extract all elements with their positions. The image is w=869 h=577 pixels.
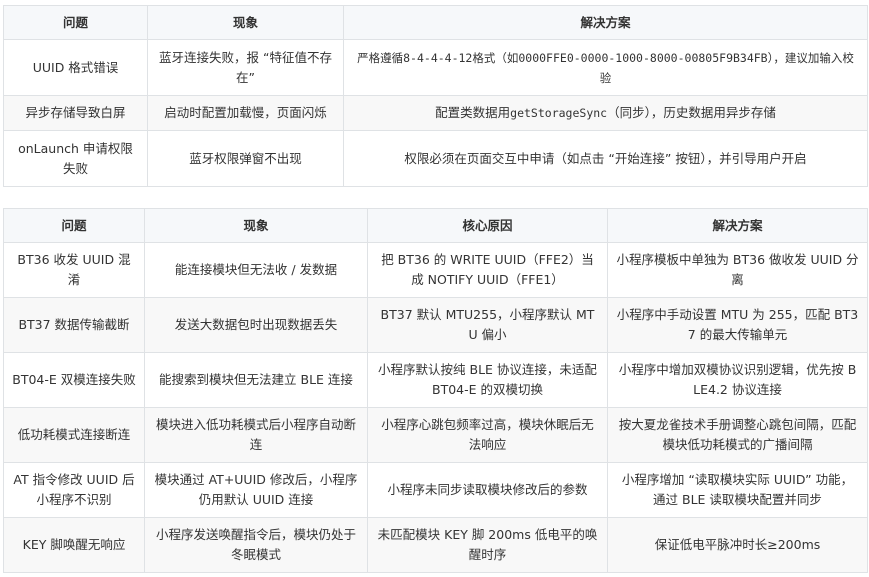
table-header-row: 问题 现象 解决方案 xyxy=(3,5,868,40)
cell-symptom: 蓝牙权限弹窗不出现 xyxy=(147,130,344,187)
cell-symptom: 能连接模块但无法收 / 发数据 xyxy=(144,242,368,298)
header-solution: 解决方案 xyxy=(343,5,868,40)
table-header-row: 问题 现象 核心原因 解决方案 xyxy=(3,208,868,243)
cell-root-cause: 小程序默认按纯 BLE 协议连接，未适配 BT04-E 的双模切换 xyxy=(367,352,608,408)
table-row: KEY 脚唤醒无响应 小程序发送唤醒指令后，模块仍处于冬眠模式 未匹配模块 KE… xyxy=(3,517,868,573)
cell-solution: 按大夏龙雀技术手册调整心跳包间隔，匹配模块低功耗模式的广播间隔 xyxy=(607,407,868,463)
cell-root-cause: 小程序未同步读取模块修改后的参数 xyxy=(367,462,608,518)
table-row: onLaunch 申请权限失败 蓝牙权限弹窗不出现 权限必须在页面交互中申请（如… xyxy=(3,130,868,187)
cell-symptom: 蓝牙连接失败，报 “特征值不存在” xyxy=(147,39,344,96)
cell-solution: 小程序增加 “读取模块实际 UUID” 功能，通过 BLE 读取模块配置并同步 xyxy=(607,462,868,518)
cell-solution: 配置类数据用getStorageSync（同步），历史数据用异步存储 xyxy=(343,95,868,131)
header-problem: 问题 xyxy=(3,208,145,243)
table-row: BT37 数据传输截断 发送大数据包时出现数据丢失 BT37 默认 MTU255… xyxy=(3,297,868,353)
cell-symptom: 启动时配置加载慢，页面闪烁 xyxy=(147,95,344,131)
cell-solution: 严格遵循8-4-4-4-12格式（如0000FFE0-0000-1000-800… xyxy=(343,39,868,96)
table-row: BT36 收发 UUID 混淆 能连接模块但无法收 / 发数据 把 BT36 的… xyxy=(3,242,868,298)
cell-solution: 小程序中增加双模协议识别逻辑，优先按 BLE4.2 协议连接 xyxy=(607,352,868,408)
cell-root-cause: BT37 默认 MTU255，小程序默认 MTU 偏小 xyxy=(367,297,608,353)
cell-root-cause: 未匹配模块 KEY 脚 200ms 低电平的唤醒时序 xyxy=(367,517,608,573)
header-symptom: 现象 xyxy=(147,5,344,40)
cell-solution: 小程序模板中单独为 BT36 做收发 UUID 分离 xyxy=(607,242,868,298)
cell-symptom: 模块进入低功耗模式后小程序自动断连 xyxy=(144,407,368,463)
table-row: 低功耗模式连接断连 模块进入低功耗模式后小程序自动断连 小程序心跳包频率过高，模… xyxy=(3,407,868,463)
cell-solution: 保证低电平脉冲时长≥200ms xyxy=(607,517,868,573)
cell-problem: KEY 脚唤醒无响应 xyxy=(3,517,145,573)
table-row: 异步存储导致白屏 启动时配置加载慢，页面闪烁 配置类数据用getStorageS… xyxy=(3,95,868,131)
cell-symptom: 能搜索到模块但无法建立 BLE 连接 xyxy=(144,352,368,408)
cell-problem: BT37 数据传输截断 xyxy=(3,297,145,353)
header-problem: 问题 xyxy=(3,5,148,40)
cell-problem: 异步存储导致白屏 xyxy=(3,95,148,131)
cell-problem: 低功耗模式连接断连 xyxy=(3,407,145,463)
table-row: AT 指令修改 UUID 后小程序不识别 模块通过 AT+UUID 修改后，小程… xyxy=(3,462,868,518)
table-row: BT04-E 双模连接失败 能搜索到模块但无法建立 BLE 连接 小程序默认按纯… xyxy=(3,352,868,408)
cell-root-cause: 把 BT36 的 WRITE UUID（FFE2）当成 NOTIFY UUID（… xyxy=(367,242,608,298)
table-row: UUID 格式错误 蓝牙连接失败，报 “特征值不存在” 严格遵循8-4-4-4-… xyxy=(3,39,868,96)
cell-solution: 小程序中手动设置 MTU 为 255，匹配 BT37 的最大传输单元 xyxy=(607,297,868,353)
cell-problem: BT04-E 双模连接失败 xyxy=(3,352,145,408)
cell-problem: AT 指令修改 UUID 后小程序不识别 xyxy=(3,462,145,518)
header-root-cause: 核心原因 xyxy=(367,208,608,243)
issues-table-1: 问题 现象 解决方案 UUID 格式错误 蓝牙连接失败，报 “特征值不存在” 严… xyxy=(3,5,868,187)
cell-symptom: 发送大数据包时出现数据丢失 xyxy=(144,297,368,353)
issues-table-2: 问题 现象 核心原因 解决方案 BT36 收发 UUID 混淆 能连接模块但无法… xyxy=(3,208,868,573)
cell-problem: onLaunch 申请权限失败 xyxy=(3,130,148,187)
header-solution: 解决方案 xyxy=(607,208,868,243)
cell-solution: 权限必须在页面交互中申请（如点击 “开始连接” 按钮），并引导用户开启 xyxy=(343,130,868,187)
cell-problem: BT36 收发 UUID 混淆 xyxy=(3,242,145,298)
cell-root-cause: 小程序心跳包频率过高，模块休眠后无法响应 xyxy=(367,407,608,463)
cell-problem: UUID 格式错误 xyxy=(3,39,148,96)
header-symptom: 现象 xyxy=(144,208,368,243)
cell-symptom: 模块通过 AT+UUID 修改后，小程序仍用默认 UUID 连接 xyxy=(144,462,368,518)
cell-symptom: 小程序发送唤醒指令后，模块仍处于冬眠模式 xyxy=(144,517,368,573)
